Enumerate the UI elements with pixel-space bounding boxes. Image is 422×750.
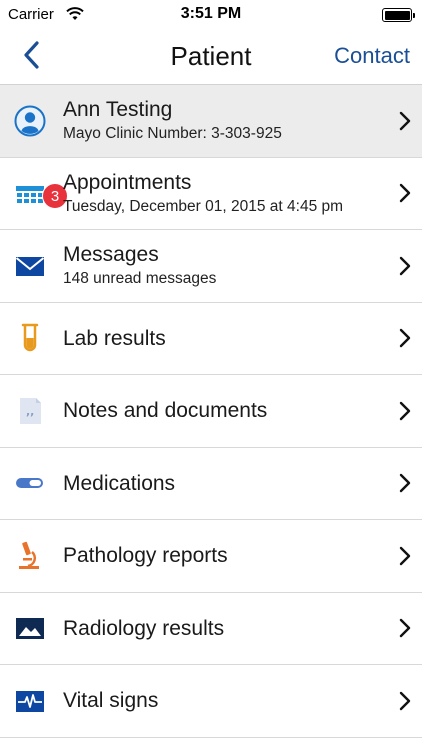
- heartbeat-icon: [14, 685, 46, 717]
- lab-results-label: Lab results: [63, 326, 166, 350]
- radiology-results-label: Radiology results: [63, 616, 225, 640]
- pill-icon: [14, 467, 46, 499]
- test-tube-icon: [14, 322, 46, 354]
- chevron-left-icon: [24, 41, 39, 69]
- medications-label: Medications: [63, 471, 176, 495]
- medications-row[interactable]: Medications: [0, 447, 422, 520]
- vital-signs-row[interactable]: Vital signs: [0, 665, 422, 738]
- patient-clinic-number: Mayo Clinic Number: 3-303-925: [63, 125, 282, 143]
- pathology-reports-label: Pathology reports: [63, 544, 228, 568]
- appointments-label: Appointments: [63, 170, 192, 194]
- person-icon: [14, 105, 46, 137]
- notes-documents-label: Notes and documents: [63, 399, 268, 423]
- back-button[interactable]: [20, 40, 50, 70]
- calendar-icon: 3: [14, 177, 68, 210]
- patient-menu-list: Ann Testing Mayo Clinic Number: 3-303-92…: [0, 85, 422, 738]
- envelope-icon: [14, 250, 46, 282]
- chevron-right-icon: [399, 619, 411, 638]
- chevron-right-icon: [399, 256, 411, 275]
- microscope-icon: [14, 540, 46, 572]
- document-icon: ,,: [14, 395, 46, 427]
- status-bar: Carrier 3:51 PM: [0, 0, 422, 30]
- chevron-right-icon: [399, 329, 411, 348]
- lab-results-row[interactable]: Lab results: [0, 302, 422, 375]
- chevron-right-icon: [399, 691, 411, 710]
- vital-signs-label: Vital signs: [63, 689, 159, 713]
- chevron-right-icon: [399, 111, 411, 130]
- messages-label: Messages: [63, 243, 159, 267]
- appointments-next-date: Tuesday, December 01, 2015 at 4:45 pm: [63, 197, 344, 215]
- battery-icon: [382, 8, 415, 22]
- navigation-bar: Patient Contact: [0, 30, 422, 85]
- image-icon: [14, 612, 46, 644]
- chevron-right-icon: [399, 546, 411, 565]
- messages-unread-count: 148 unread messages: [63, 270, 217, 288]
- notes-documents-row[interactable]: ,, Notes and documents: [0, 375, 422, 448]
- chevron-right-icon: [399, 184, 411, 203]
- messages-row[interactable]: Messages 148 unread messages: [0, 230, 422, 303]
- pathology-reports-row[interactable]: Pathology reports: [0, 520, 422, 593]
- patient-profile-row[interactable]: Ann Testing Mayo Clinic Number: 3-303-92…: [0, 85, 422, 158]
- svg-text:,,: ,,: [26, 405, 34, 418]
- chevron-right-icon: [399, 474, 411, 493]
- status-time: 3:51 PM: [180, 5, 242, 22]
- contact-button[interactable]: Contact: [334, 43, 410, 69]
- chevron-right-icon: [399, 401, 411, 420]
- radiology-results-row[interactable]: Radiology results: [0, 592, 422, 665]
- patient-name: Ann Testing: [63, 98, 173, 122]
- appointments-row[interactable]: 3 Appointments Tuesday, December 01, 201…: [0, 157, 422, 230]
